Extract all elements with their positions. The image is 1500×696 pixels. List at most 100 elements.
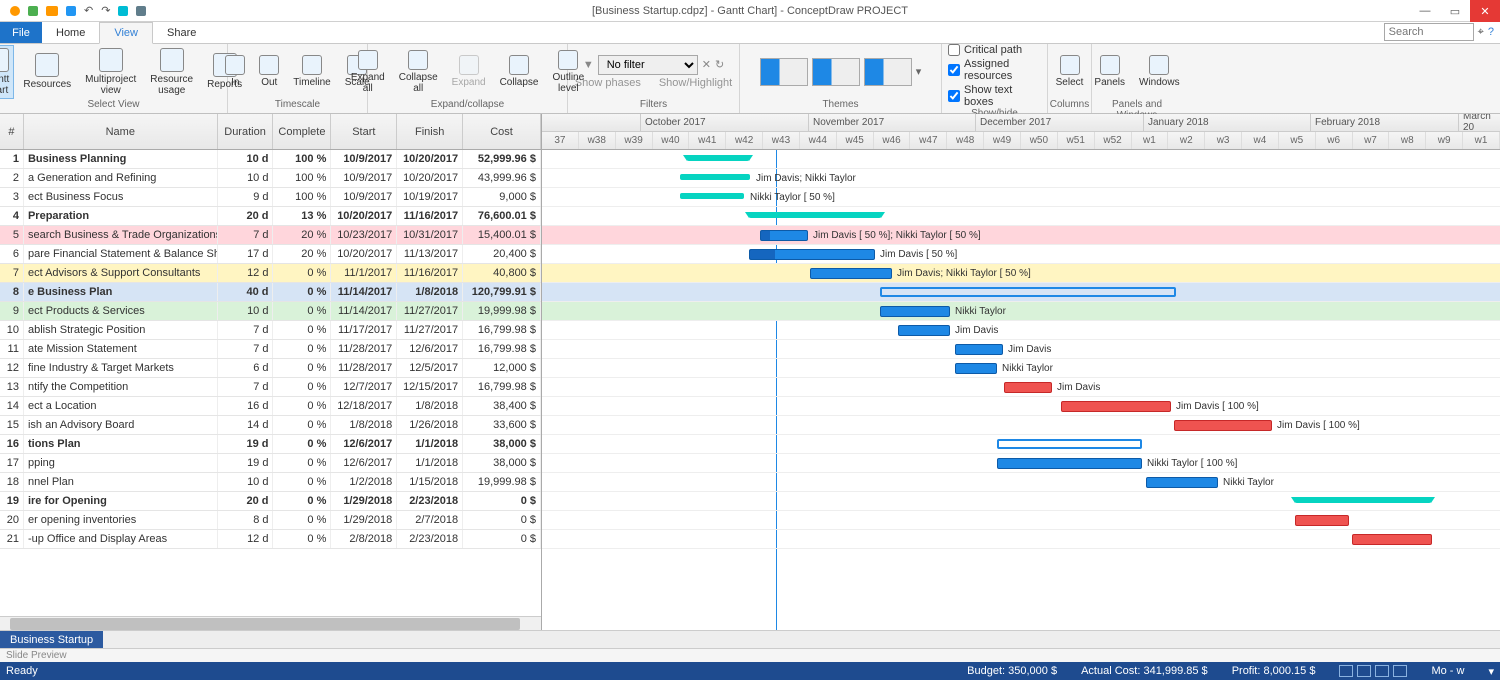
gantt-bar[interactable] <box>1295 515 1349 526</box>
gantt-bar[interactable] <box>1295 497 1431 503</box>
gantt-bar[interactable]: Nikki Taylor [ 50 %] <box>680 193 744 199</box>
gantt-bar[interactable]: Nikki Taylor <box>955 363 997 374</box>
qa-save-icon[interactable] <box>66 6 76 16</box>
gantt-bar[interactable] <box>687 155 749 161</box>
table-row[interactable]: 17pping19 d0 %12/6/20171/1/201838,000 $ <box>0 454 541 473</box>
resources-button[interactable]: Resources <box>18 50 76 93</box>
qa-print-icon[interactable] <box>136 6 146 16</box>
tab-share[interactable]: Share <box>153 22 210 43</box>
filter-select[interactable]: No filter <box>598 55 698 75</box>
col-finish[interactable]: Finish <box>397 114 463 149</box>
main-area: # Name Duration Complete Start Finish Co… <box>0 114 1500 630</box>
gantt-body[interactable]: Jim Davis; Nikki Taylor Nikki Taylor [ 50… <box>542 150 1500 630</box>
gantt-bar[interactable] <box>997 439 1142 449</box>
col-complete[interactable]: Complete <box>273 114 331 149</box>
theme-swatch[interactable] <box>864 58 912 86</box>
zoom-out-button[interactable]: Out <box>254 52 284 91</box>
gantt-bar[interactable]: Jim Davis; Nikki Taylor [ 50 %] <box>810 268 892 279</box>
table-row[interactable]: 16tions Plan19 d0 %12/6/20171/1/201838,0… <box>0 435 541 454</box>
gantt-bar[interactable]: Jim Davis [ 100 %] <box>1174 420 1272 431</box>
theme-swatch[interactable] <box>760 58 808 86</box>
table-row[interactable]: 1Business Planning10 d100 %10/9/201710/2… <box>0 150 541 169</box>
critical-path-checkbox[interactable]: Critical path <box>948 44 1022 56</box>
table-row[interactable]: 20er opening inventories8 d0 %1/29/20182… <box>0 511 541 530</box>
filter-refresh-icon[interactable]: ↻ <box>715 58 724 71</box>
maximize-button[interactable]: ▭ <box>1440 0 1470 22</box>
gantt-chart-button[interactable]: Gantt chart <box>0 45 14 99</box>
table-row[interactable]: 4Preparation20 d13 %10/20/201711/16/2017… <box>0 207 541 226</box>
gantt-bar[interactable]: Jim Davis <box>1004 382 1052 393</box>
table-row[interactable]: 14ect a Location16 d0 %12/18/20171/8/201… <box>0 397 541 416</box>
table-row[interactable]: 15ish an Advisory Board14 d0 %1/8/20181/… <box>0 416 541 435</box>
table-row[interactable]: 12fine Industry & Target Markets6 d0 %11… <box>0 359 541 378</box>
table-row[interactable]: 5search Business & Trade Organizations7 … <box>0 226 541 245</box>
gantt-bar[interactable] <box>1352 534 1432 545</box>
gantt-bar[interactable]: Nikki Taylor <box>1146 477 1218 488</box>
tab-home[interactable]: Home <box>42 22 99 43</box>
table-row[interactable]: 13ntify the Competition7 d0 %12/7/201712… <box>0 378 541 397</box>
qa-shield-icon[interactable] <box>46 6 58 16</box>
col-cost[interactable]: Cost <box>463 114 541 149</box>
panels-button[interactable]: Panels <box>1089 52 1130 91</box>
search-target-icon[interactable]: ⌖ <box>1478 26 1484 39</box>
theme-swatch[interactable] <box>812 58 860 86</box>
theme-more-icon[interactable]: ▾ <box>916 65 922 78</box>
show-text-boxes-checkbox[interactable]: Show text boxes <box>948 84 1043 108</box>
table-row[interactable]: 18nnel Plan10 d0 %1/2/20181/15/201819,99… <box>0 473 541 492</box>
minimize-button[interactable]: — <box>1410 0 1440 22</box>
col-start[interactable]: Start <box>331 114 397 149</box>
timeline-button[interactable]: Timeline <box>288 52 335 91</box>
gantt-bar[interactable]: Nikki Taylor [ 100 %] <box>997 458 1142 469</box>
week-label: w3 <box>1205 132 1242 149</box>
search-input[interactable] <box>1384 23 1474 41</box>
file-menu[interactable]: File <box>0 22 42 43</box>
status-view-icons[interactable] <box>1339 665 1407 677</box>
sheet-tab[interactable]: Business Startup <box>0 631 103 648</box>
table-row[interactable]: 11ate Mission Statement7 d0 %11/28/20171… <box>0 340 541 359</box>
gantt-bar[interactable] <box>749 212 881 218</box>
table-row[interactable]: 9ect Products & Services10 d0 %11/14/201… <box>0 302 541 321</box>
table-row[interactable]: 10ablish Strategic Position7 d0 %11/17/2… <box>0 321 541 340</box>
status-timescale[interactable]: Mo - w <box>1431 665 1464 677</box>
zoom-in-button[interactable]: In <box>220 52 250 91</box>
table-row[interactable]: 3ect Business Focus9 d100 %10/9/201710/1… <box>0 188 541 207</box>
help-icon[interactable]: ? <box>1488 26 1494 38</box>
expand-all-button[interactable]: Expand all <box>346 47 390 97</box>
tab-view[interactable]: View <box>99 22 153 44</box>
gantt-bar[interactable]: Jim Davis [ 50 %]; Nikki Taylor [ 50 %] <box>760 230 808 241</box>
undo-icon[interactable]: ↶ <box>84 4 93 17</box>
table-row[interactable]: 7ect Advisors & Support Consultants12 d0… <box>0 264 541 283</box>
gantt-bar[interactable]: Jim Davis [ 50 %] <box>749 249 875 260</box>
gantt-bar[interactable]: Nikki Taylor <box>880 306 950 317</box>
select-columns-button[interactable]: Select <box>1051 52 1089 91</box>
redo-icon[interactable]: ↷ <box>101 4 110 17</box>
table-row[interactable]: 19ire for Opening20 d0 %1/29/20182/23/20… <box>0 492 541 511</box>
qa-icon[interactable] <box>28 6 38 16</box>
table-row[interactable]: 8e Business Plan40 d0 %11/14/20171/8/201… <box>0 283 541 302</box>
resource-usage-button[interactable]: Resource usage <box>145 45 198 99</box>
gantt-bar[interactable]: Jim Davis; Nikki Taylor <box>680 174 750 180</box>
gantt-bar[interactable]: Jim Davis [ 100 %] <box>1061 401 1171 412</box>
qa-icon[interactable] <box>118 6 128 16</box>
gantt-bar[interactable]: Jim Davis <box>898 325 950 336</box>
grid-hscroll[interactable] <box>0 616 541 630</box>
table-row[interactable]: 21-up Office and Display Areas12 d0 %2/8… <box>0 530 541 549</box>
month-label: October 2017 <box>640 114 706 131</box>
col-name[interactable]: Name <box>24 114 218 149</box>
status-dropdown-icon[interactable]: ▾ <box>1488 665 1494 678</box>
col-duration[interactable]: Duration <box>218 114 274 149</box>
gantt-bar[interactable] <box>880 287 1176 297</box>
assigned-resources-checkbox[interactable]: Assigned resources <box>948 58 1043 82</box>
qa-icon[interactable] <box>10 6 20 16</box>
table-row[interactable]: 6pare Financial Statement & Balance Shee… <box>0 245 541 264</box>
col-number[interactable]: # <box>0 114 24 149</box>
filter-clear-icon[interactable]: ✕ <box>702 58 711 71</box>
multiproject-button[interactable]: Multiproject view <box>80 45 141 99</box>
windows-button[interactable]: Windows <box>1134 52 1185 91</box>
close-button[interactable]: ✕ <box>1470 0 1500 22</box>
collapse-button[interactable]: Collapse <box>495 52 544 91</box>
slide-preview-bar[interactable]: Slide Preview <box>0 648 1500 662</box>
gantt-bar[interactable]: Jim Davis <box>955 344 1003 355</box>
table-row[interactable]: 2a Generation and Refining10 d100 %10/9/… <box>0 169 541 188</box>
collapse-all-button[interactable]: Collapse all <box>394 47 443 97</box>
